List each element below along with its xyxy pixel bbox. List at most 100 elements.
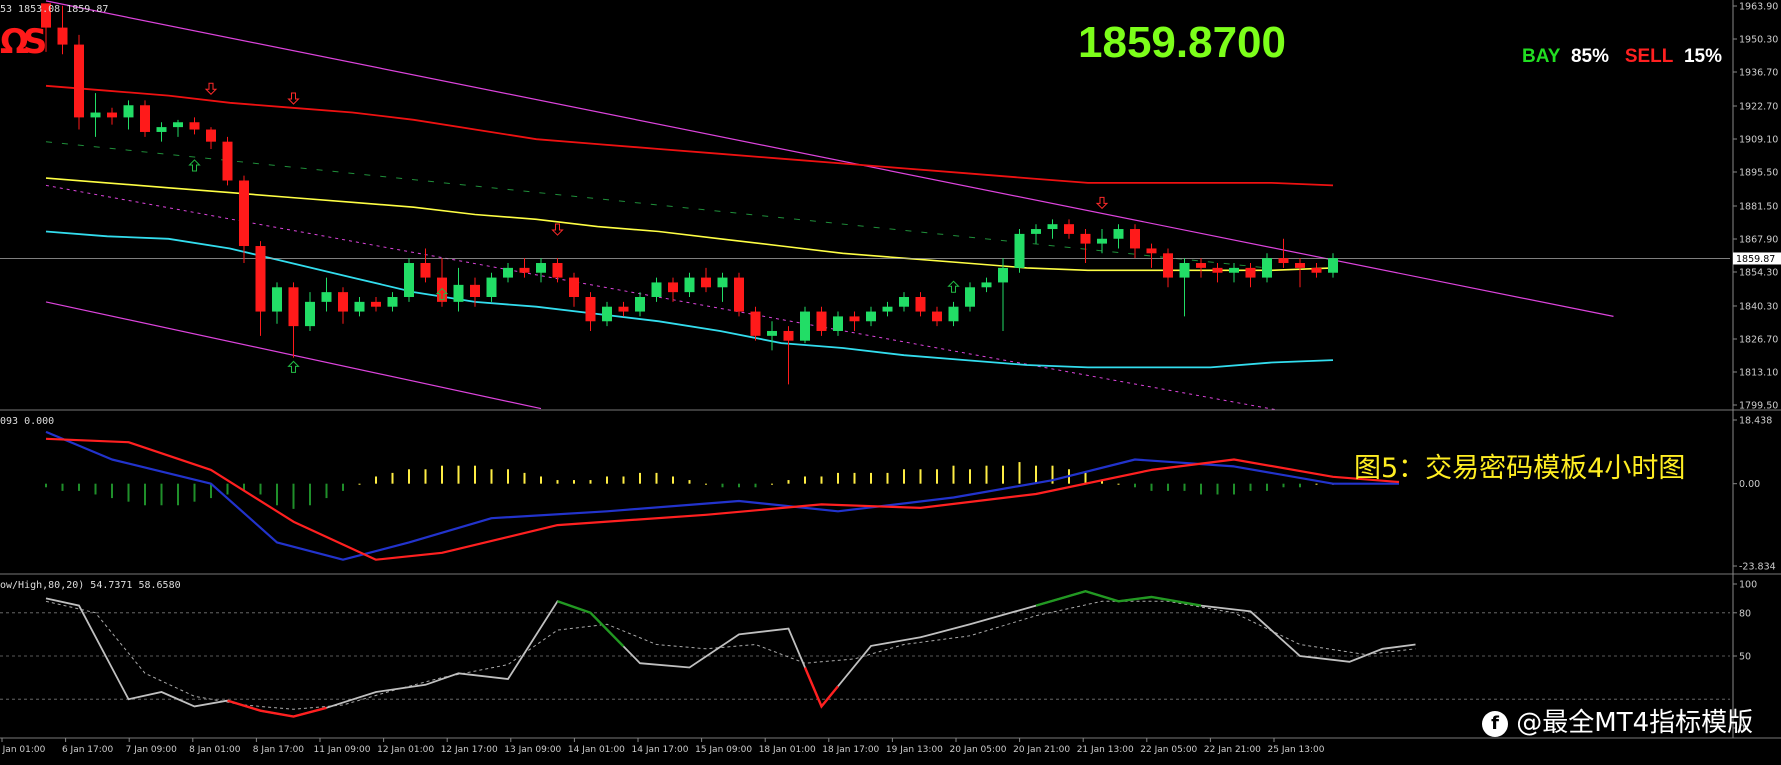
y-tick-label: 1881.50	[1739, 201, 1778, 212]
y-tick-label: 1922.70	[1739, 101, 1778, 112]
candle-body	[965, 287, 975, 307]
candle-body	[371, 301, 381, 307]
watermark-logo-icon: f	[1482, 710, 1508, 737]
candle-body	[1212, 267, 1223, 273]
candle-body	[1031, 229, 1041, 234]
candle-body	[635, 296, 645, 312]
candle-body	[552, 263, 563, 278]
figure-caption: 图5：交易密码模板4小时图	[1354, 453, 1686, 484]
y-tick-label: 0.00	[1739, 479, 1760, 490]
y-tick-label: 1950.30	[1739, 35, 1778, 46]
x-tick-label: Jan 01:00	[2, 745, 46, 755]
candle-body	[915, 296, 926, 312]
candle-body	[1229, 267, 1239, 273]
candle-body	[453, 284, 464, 302]
trading-chart[interactable]: 1963.90 1950.30 1936.70 1922.70 1909.10 1895.…	[0, 0, 1781, 765]
candle-body	[998, 267, 1008, 283]
candle-body	[684, 277, 695, 293]
candle-body	[1245, 267, 1256, 278]
x-tick-label: 7 Jan 09:00	[126, 745, 178, 755]
y-tick-label: 1854.30	[1739, 268, 1778, 279]
y-tick-label: 100	[1739, 580, 1757, 591]
candle-body	[470, 284, 480, 297]
candle-body	[503, 267, 513, 278]
main-info-label: 53 1853.08 1859.87	[0, 4, 109, 15]
candle-body	[866, 311, 876, 322]
candle-body	[651, 282, 662, 297]
candle-body	[206, 129, 216, 142]
candle-body	[734, 277, 744, 312]
candle-body	[536, 263, 546, 273]
candle-body	[717, 277, 728, 288]
candle-body	[107, 112, 117, 118]
candle-body	[1311, 267, 1322, 273]
oscillator-info-label: 093 0.000	[0, 416, 55, 427]
buy-label: BAY	[1522, 46, 1561, 67]
candle-body	[1014, 233, 1025, 268]
candle-body	[783, 330, 794, 341]
y-tick-label: 18.438	[1739, 416, 1772, 427]
candle-body	[948, 306, 959, 322]
candle-body	[321, 292, 332, 302]
x-tick-label: 22 Jan 05:00	[1140, 745, 1197, 755]
y-tick-label: 1826.70	[1739, 334, 1778, 345]
candle-body	[1278, 258, 1289, 264]
candle-body	[1064, 224, 1074, 234]
candle-body	[1080, 233, 1091, 244]
candle-body	[833, 316, 843, 331]
buy-percent: 85%	[1570, 46, 1609, 67]
candle-body	[74, 44, 84, 118]
y-tick-label: 1840.30	[1739, 301, 1778, 312]
x-tick-label: 12 Jan 17:00	[441, 745, 498, 755]
candle-body	[816, 311, 827, 331]
x-tick-label: 18 Jan 17:00	[822, 745, 879, 755]
candle-body	[420, 263, 431, 278]
candle-body	[750, 311, 761, 336]
x-tick-label: 11 Jan 09:00	[314, 745, 371, 755]
candle-body	[288, 287, 299, 327]
candle-body	[1196, 263, 1206, 268]
candle-body	[404, 263, 414, 297]
x-tick-label: 8 Jan 01:00	[189, 745, 241, 755]
watermark: f @最全MT4指标模版	[1482, 702, 1753, 739]
candle-body	[272, 287, 282, 312]
candle-body	[800, 311, 810, 341]
candle-body	[255, 246, 266, 312]
y-tick-label: 1813.10	[1739, 367, 1778, 378]
x-tick-label: 20 Jan 05:00	[950, 745, 1007, 755]
candle-body	[1163, 253, 1173, 278]
candle-body	[486, 277, 497, 297]
candle-body	[1179, 263, 1190, 278]
candle-body	[1146, 248, 1157, 254]
x-tick-label: 12 Jan 01:00	[377, 745, 434, 755]
y-tick-label: 1799.50	[1739, 401, 1778, 412]
x-tick-label: 8 Jan 17:00	[253, 745, 305, 755]
candle-body	[1130, 229, 1140, 249]
candle-body	[57, 27, 68, 45]
x-tick-label: 13 Jan 09:00	[504, 745, 561, 755]
x-tick-label: 25 Jan 13:00	[1268, 745, 1325, 755]
candle-body	[1097, 238, 1107, 244]
candle-body	[1047, 224, 1058, 230]
candle-body	[1262, 258, 1272, 278]
y-tick-label: 1909.10	[1739, 135, 1778, 146]
y-tick-label: 1895.50	[1739, 168, 1778, 179]
candle-body	[140, 105, 150, 132]
candle-body	[1113, 229, 1124, 239]
candle-body	[618, 306, 629, 312]
x-tick-label: 15 Jan 09:00	[695, 745, 752, 755]
candle-body	[156, 127, 167, 132]
y-tick-label: 1867.90	[1739, 234, 1778, 245]
candle-body	[701, 277, 711, 288]
candle-body	[899, 296, 909, 307]
candle-body	[668, 282, 678, 293]
candle-body	[569, 277, 579, 297]
stochastic-info-label: ow/High,80,20) 54.7371 58.6580	[0, 580, 181, 591]
candle-body	[1328, 258, 1338, 273]
sentiment-box: BAY 85% SELL 15%	[1522, 46, 1722, 68]
x-tick-label: 14 Jan 17:00	[632, 745, 689, 755]
candle-body	[981, 282, 992, 288]
sell-label: SELL	[1624, 46, 1674, 67]
candle-body	[519, 267, 530, 273]
ghost-label: ΩS	[0, 22, 47, 62]
